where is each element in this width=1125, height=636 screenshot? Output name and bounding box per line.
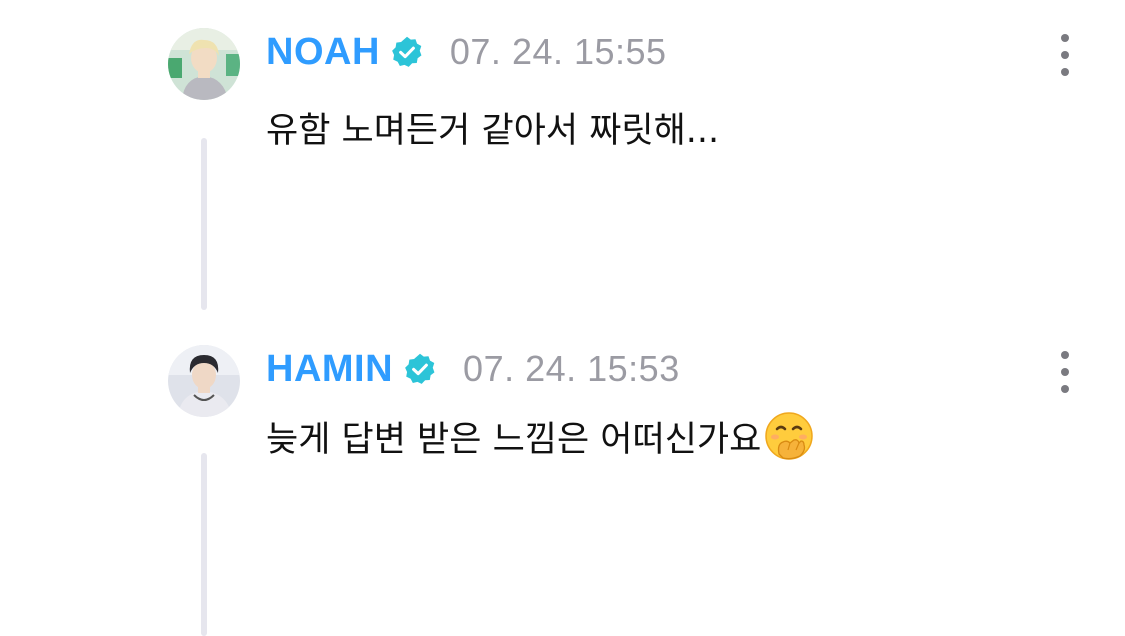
comment-text: 늦게 답변 받은 느낌은 어떠신가요 [266, 410, 815, 462]
avatar-image [168, 28, 240, 100]
more-vertical-icon-dot [1061, 51, 1069, 59]
avatar[interactable] [168, 345, 240, 417]
verified-check-icon [392, 36, 422, 67]
timestamp: 07. 24. 15:53 [463, 348, 680, 389]
comment-text-content: 유함 노며든거 같아서 짜릿해... [266, 111, 720, 151]
more-vertical-icon [1061, 351, 1069, 359]
thread-line [201, 138, 207, 310]
more-options-button[interactable] [1050, 347, 1080, 397]
more-vertical-icon-dot [1061, 68, 1069, 76]
more-vertical-icon-dot [1061, 385, 1069, 393]
more-vertical-icon-dot [1061, 368, 1069, 376]
comment-text: 유함 노며든거 같아서 짜릿해... [266, 102, 719, 153]
avatar[interactable] [168, 28, 240, 100]
avatar-image [168, 345, 240, 417]
username[interactable]: NOAH [266, 31, 380, 74]
hand-over-mouth-emoji-icon [765, 412, 814, 460]
comment-text-content: 늦게 답변 받은 느낌은 어떠신가요 [266, 419, 762, 460]
timestamp: 07. 24. 15:55 [449, 31, 667, 72]
more-vertical-icon [1061, 34, 1069, 42]
username[interactable]: HAMIN [266, 348, 393, 391]
verified-check-icon [405, 353, 435, 384]
more-options-button[interactable] [1050, 30, 1080, 80]
thread-line [201, 453, 207, 636]
